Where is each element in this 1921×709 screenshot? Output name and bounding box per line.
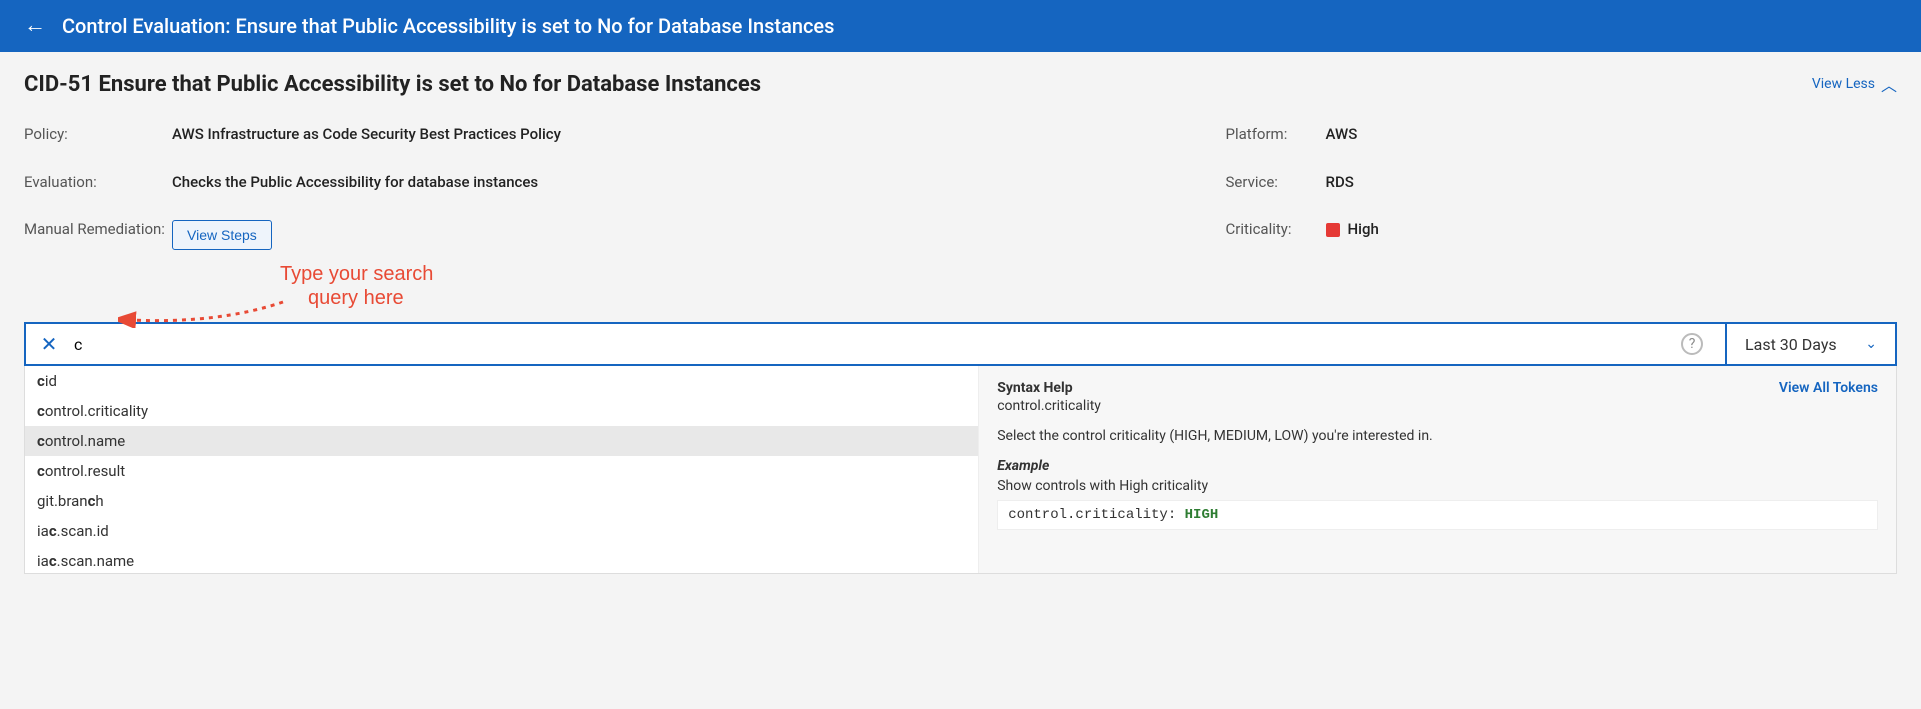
suggestion-item[interactable]: control.name [25, 426, 978, 456]
policy-label: Policy: [24, 125, 172, 145]
manual-remediation-label: Manual Remediation: [24, 220, 172, 240]
syntax-token: control.criticality [997, 398, 1101, 414]
criticality-value: High [1348, 220, 1379, 238]
code-key: control.criticality: [1008, 507, 1184, 523]
page-title: CID-51 Ensure that Public Accessibility … [24, 72, 761, 97]
view-less-toggle[interactable]: View Less ︿ [1812, 72, 1897, 96]
criticality-label: Criticality: [1226, 220, 1326, 240]
date-range-dropdown[interactable]: Last 30 Days ⌄ [1725, 324, 1895, 364]
view-less-label: View Less [1812, 76, 1875, 92]
suggestion-item[interactable]: cid [25, 366, 978, 396]
search-suggestion-panel: cidcontrol.criticalitycontrol.namecontro… [24, 366, 1897, 574]
evaluation-label: Evaluation: [24, 173, 172, 193]
criticality-swatch-icon [1326, 223, 1340, 237]
header-title: Control Evaluation: Ensure that Public A… [62, 14, 834, 38]
view-steps-button[interactable]: View Steps [172, 220, 272, 250]
code-value: HIGH [1185, 507, 1219, 523]
header-bar: ← Control Evaluation: Ensure that Public… [0, 0, 1921, 52]
suggestion-item[interactable]: control.result [25, 456, 978, 486]
search-input[interactable] [74, 335, 1667, 354]
suggestion-list: cidcontrol.criticalitycontrol.namecontro… [25, 366, 979, 573]
suggestion-item[interactable]: control.criticality [25, 396, 978, 426]
help-icon[interactable]: ? [1681, 333, 1703, 355]
date-range-label: Last 30 Days [1745, 335, 1837, 354]
syntax-example-desc: Show controls with High criticality [997, 478, 1878, 494]
evaluation-value: Checks the Public Accessibility for data… [172, 173, 1166, 191]
chevron-up-icon: ︿ [1881, 72, 1897, 96]
suggestion-item[interactable]: git.branch [25, 486, 978, 516]
syntax-code-example: control.criticality: HIGH [997, 500, 1878, 530]
service-label: Service: [1226, 173, 1326, 193]
suggestion-item[interactable]: iac.scan.name [25, 546, 978, 573]
platform-label: Platform: [1226, 125, 1326, 145]
service-value: RDS [1326, 173, 1897, 191]
chevron-down-icon: ⌄ [1865, 336, 1877, 352]
syntax-example-label: Example [997, 458, 1878, 474]
back-arrow-icon[interactable]: ← [24, 15, 46, 37]
clear-search-icon[interactable]: ✕ [38, 332, 60, 356]
suggestion-item[interactable]: iac.scan.id [25, 516, 978, 546]
syntax-help-panel: Syntax Help control.criticality View All… [979, 366, 1896, 573]
policy-value: AWS Infrastructure as Code Security Best… [172, 125, 1166, 143]
syntax-help-title: Syntax Help [997, 380, 1101, 396]
view-all-tokens-link[interactable]: View All Tokens [1779, 380, 1878, 396]
search-bar: ✕ ? Last 30 Days ⌄ [24, 322, 1897, 366]
syntax-description: Select the control criticality (HIGH, ME… [997, 428, 1878, 444]
platform-value: AWS [1326, 125, 1897, 143]
